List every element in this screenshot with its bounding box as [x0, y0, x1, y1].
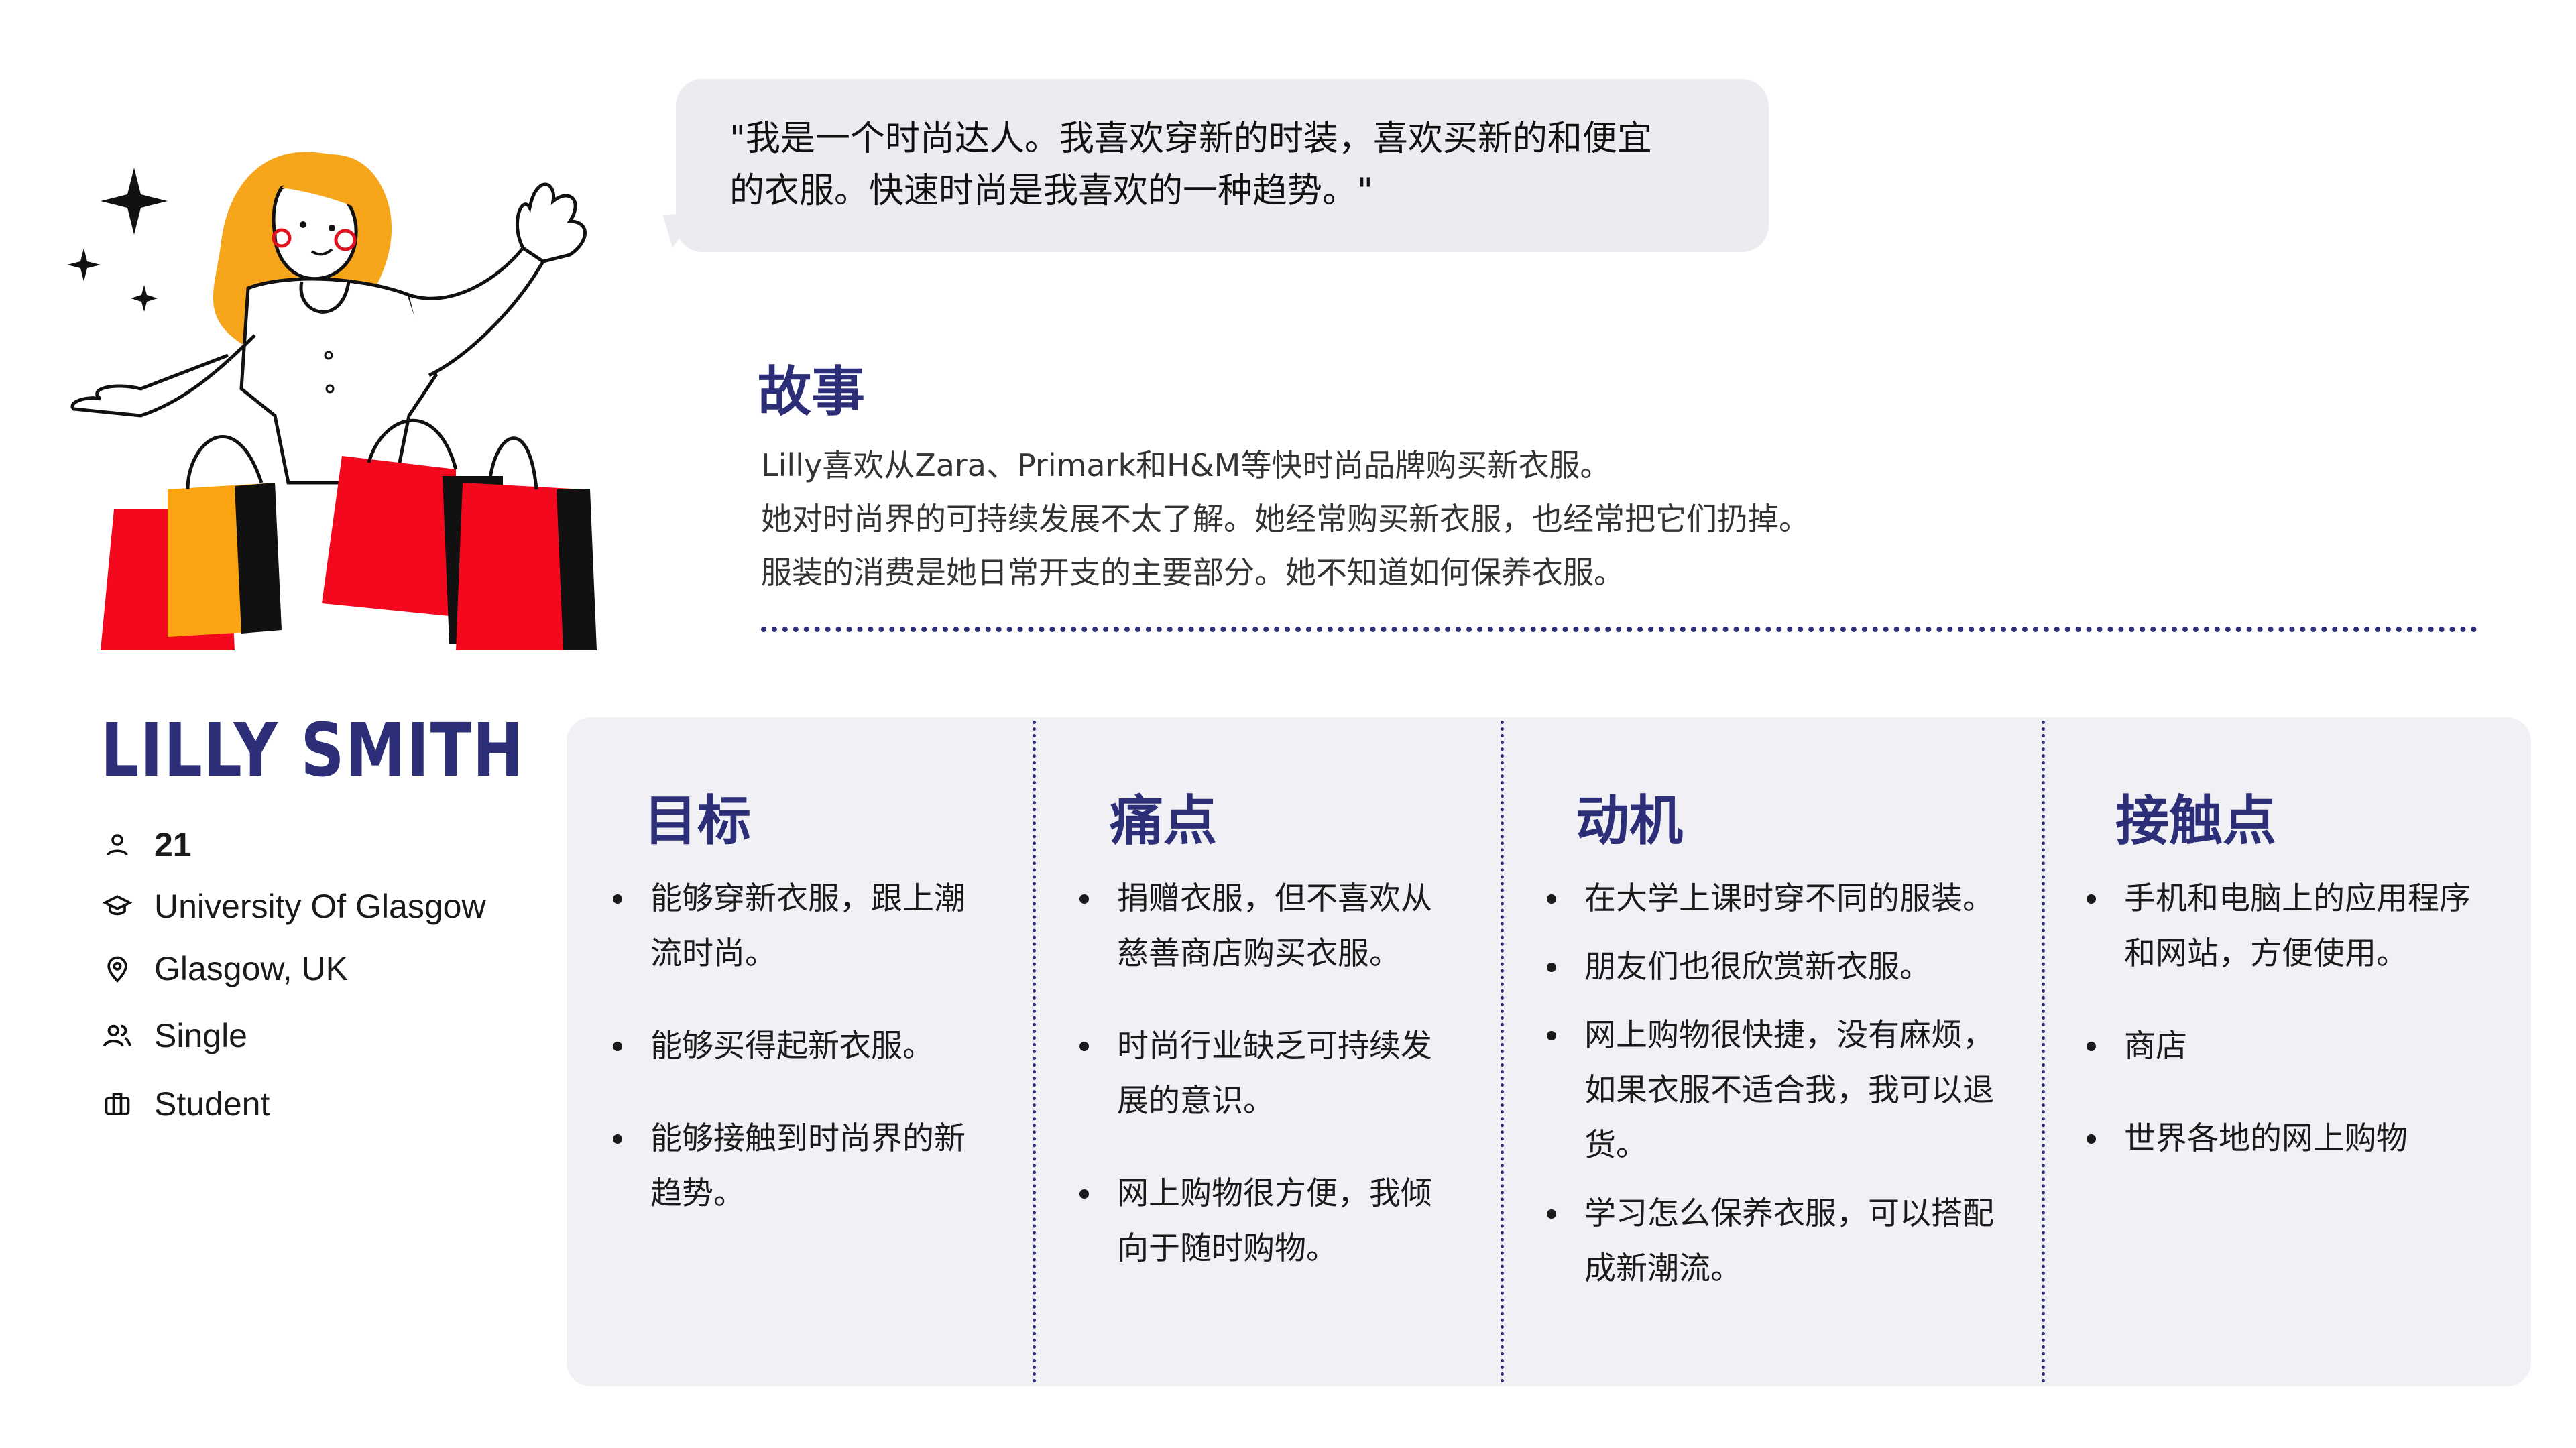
list-item: 捐赠衣服，但不喜欢从 慈善商店购买衣服。 [1078, 871, 1467, 981]
age-value: 21 [154, 826, 192, 863]
quote-line-1: "我是一个时尚达人。我喜欢穿新的时装，喜欢买新的和便宜 [729, 119, 1652, 159]
location-pin-icon [101, 952, 134, 985]
list-item: 能够接触到时尚界的新 趋势。 [611, 1111, 987, 1221]
touchpoints-list: 手机和电脑上的应用程序 和网站，方便使用。 商店 世界各地的网上购物 [2085, 871, 2514, 1204]
sparkle-icons [67, 168, 168, 312]
quote-line-2: 的衣服。快速时尚是我喜欢的一种趋势。" [729, 171, 1373, 211]
story-title: 故事 [758, 361, 865, 423]
list-item: 学习怎么保养衣服，可以搭配 成新潮流。 [1545, 1187, 2028, 1296]
info-status: Single [101, 1012, 247, 1059]
list-item: 能够买得起新衣服。 [611, 1019, 987, 1074]
column-divider [2042, 721, 2045, 1383]
people-icon [101, 1019, 134, 1052]
motivation-list: 在大学上课时穿不同的服装。 朋友们也很欣赏新衣服。 网上购物很快捷，没有麻烦，如… [1545, 871, 2028, 1310]
info-age: 21 [101, 821, 192, 868]
column-divider [1501, 721, 1504, 1383]
person-icon [101, 828, 134, 861]
pain-points-list: 捐赠衣服，但不喜欢从 慈善商店购买衣服。 时尚行业缺乏可持续发 展的意识。 网上购物… [1078, 871, 1467, 1314]
location-value: Glasgow, UK [154, 950, 349, 987]
story-line: 她对时尚界的可持续发展不太了解。她经常购买新衣服，也经常把它们扔掉。 [761, 501, 1810, 537]
list-item: 商店 [2085, 1019, 2514, 1074]
graduation-cap-icon [101, 890, 134, 923]
shopper-illustration [67, 152, 597, 650]
story-divider [761, 627, 2477, 632]
occupation-value: Student [154, 1085, 270, 1123]
goals-title: 目标 [644, 790, 751, 852]
list-item: 朋友们也很欣赏新衣服。 [1545, 940, 2028, 995]
list-item: 世界各地的网上购物 [2085, 1111, 2514, 1166]
list-item: 时尚行业缺乏可持续发 展的意识。 [1078, 1019, 1467, 1129]
list-item: 网上购物很方便，我倾 向于随时购物。 [1078, 1166, 1467, 1276]
quote-bubble: "我是一个时尚达人。我喜欢穿新的时装，喜欢买新的和便宜 的衣服。快速时尚是我喜欢… [676, 79, 1769, 252]
briefcase-icon [101, 1087, 134, 1121]
list-item: 能够穿新衣服，跟上潮 流时尚。 [611, 871, 987, 981]
persona-name: LILLY SMITH [101, 707, 525, 793]
story-line: Lilly喜欢从Zara、Primark和H&M等快时尚品牌购买新衣服。 [761, 447, 1611, 483]
status-value: Single [154, 1017, 247, 1054]
list-item: 网上购物很快捷，没有麻烦， 如果衣服不适合我，我可以退 货。 [1545, 1008, 2028, 1173]
list-item: 手机和电脑上的应用程序 和网站，方便使用。 [2085, 871, 2514, 981]
pain-points-title: 痛点 [1110, 790, 1217, 852]
info-occupation: Student [101, 1081, 270, 1128]
info-location: Glasgow, UK [101, 945, 348, 992]
list-item: 在大学上课时穿不同的服装。 [1545, 871, 2028, 926]
touchpoints-title: 接触点 [2115, 790, 2276, 852]
motivation-title: 动机 [1576, 790, 1683, 852]
info-university: University Of Glasgow [101, 883, 486, 930]
goals-list: 能够穿新衣服，跟上潮 流时尚。 能够买得起新衣服。 能够接触到时尚界的新 趋势。 [611, 871, 987, 1259]
story-line: 服装的消费是她日常开支的主要部分。她不知道如何保养衣服。 [761, 554, 1625, 591]
university-value: University Of Glasgow [154, 888, 486, 925]
column-divider [1033, 721, 1036, 1383]
